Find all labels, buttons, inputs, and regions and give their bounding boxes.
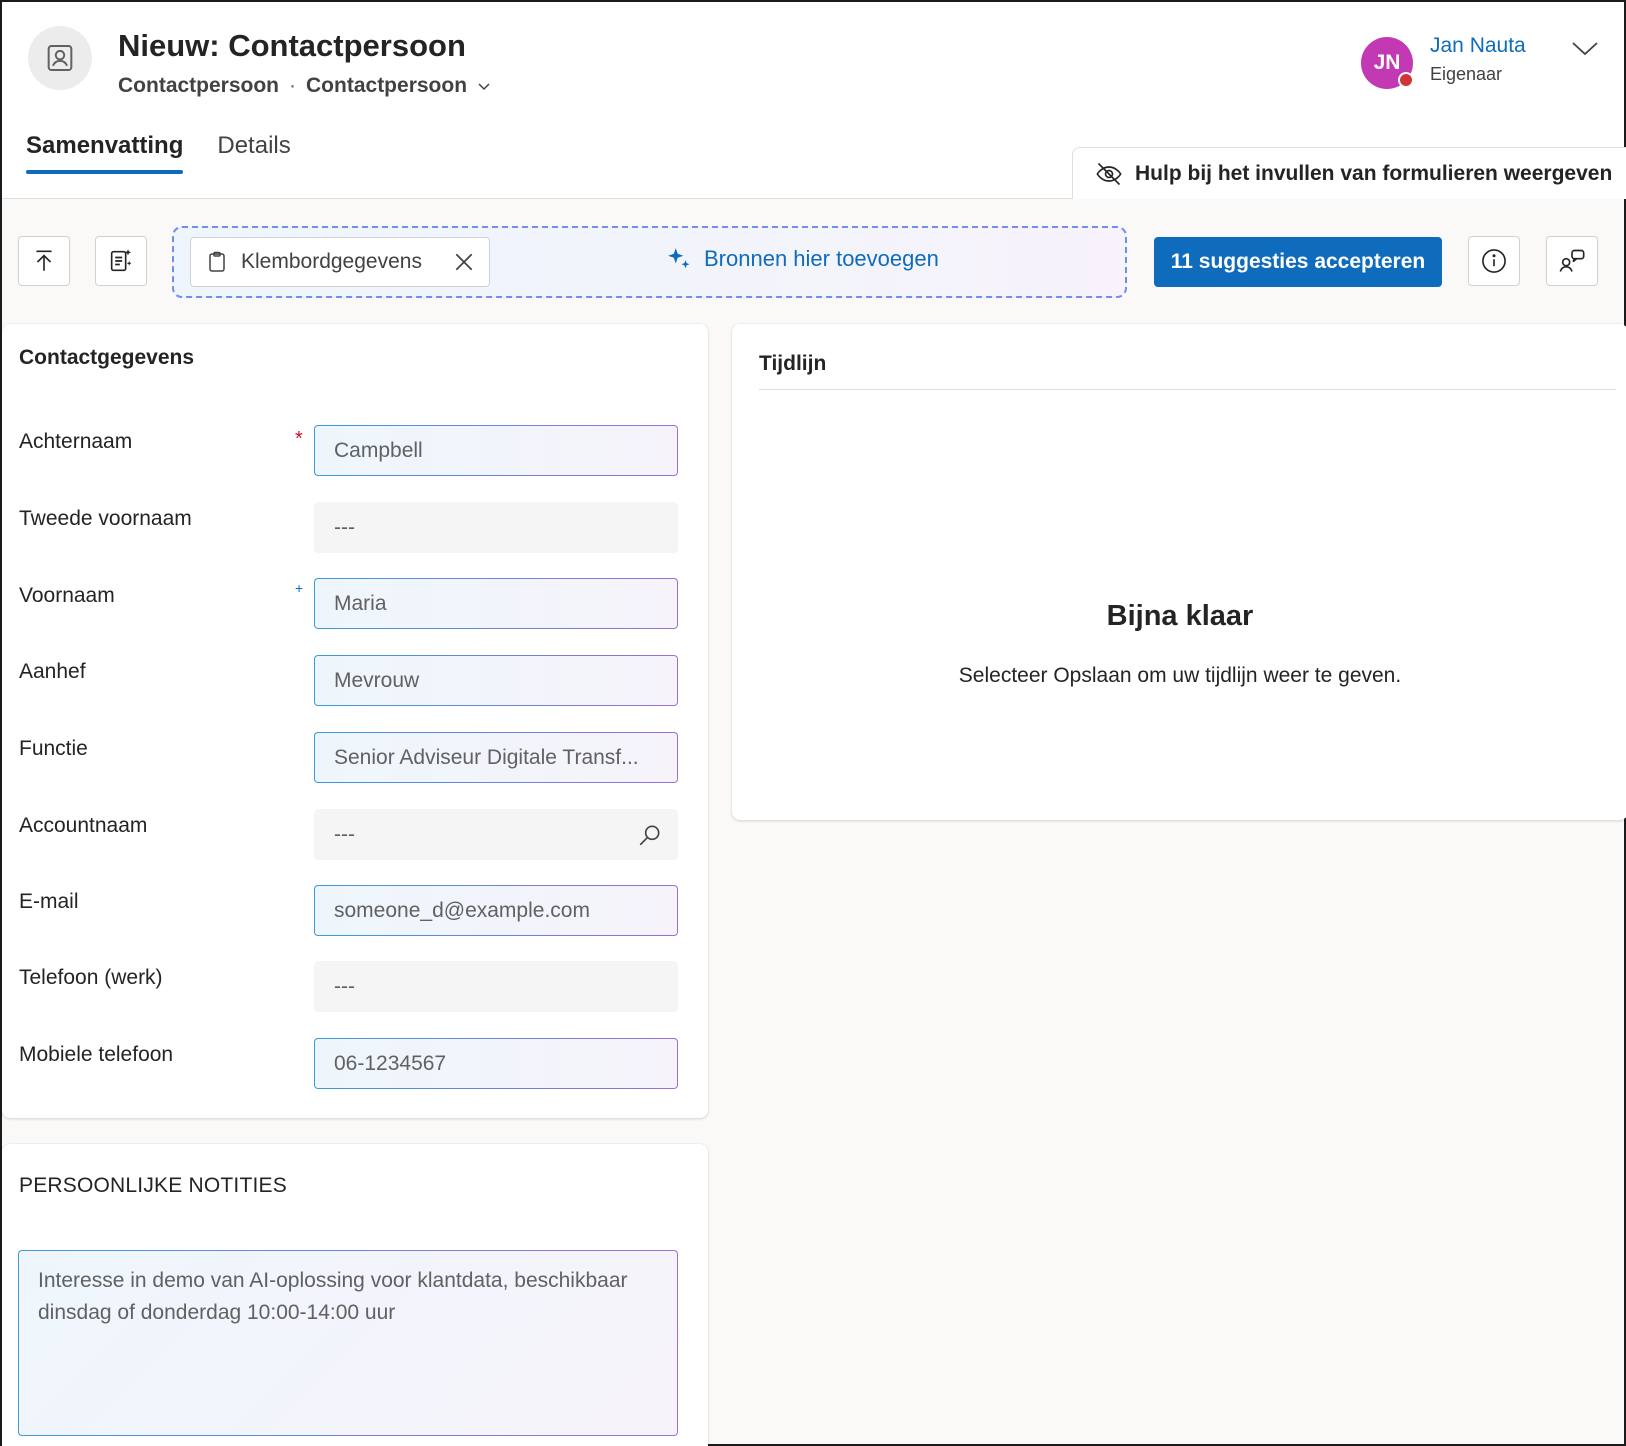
presence-busy-icon [1398,72,1414,88]
info-button[interactable] [1468,236,1520,286]
clipboard-icon [209,251,225,272]
form-selector[interactable]: Contactpersoon [306,74,491,98]
page-title: Nieuw: Contactpersoon [118,28,466,63]
add-sources-label: Bronnen hier toevoegen [704,246,939,271]
add-sources-button[interactable]: Bronnen hier toevoegen [666,246,939,272]
eye-off-icon [1096,162,1122,185]
contact-section: Contactgegevens Achternaam * Campbell Tw… [2,324,708,1118]
ai-notes-button[interactable] [95,236,147,286]
mobile-phone-input[interactable]: 06-1234567 [314,1038,678,1089]
last-name-input[interactable]: Campbell [314,425,678,476]
field-label-voornaam: Voornaam [19,584,115,607]
source-chip[interactable]: Klembordgegevens [190,237,490,287]
subtitle-separator: · [289,74,297,97]
personal-notes-textarea[interactable]: Interesse in demo van AI-oplossing voor … [18,1250,678,1436]
form-assist-toggle[interactable]: Hulp bij het invullen van formulieren we… [1072,147,1626,199]
section-title: Contactgegevens [19,346,195,369]
info-icon [1482,249,1506,273]
personal-notes-section: PERSOONLIJKE NOTITIES Interesse in demo … [2,1144,708,1446]
field-label-achternaam: Achternaam [19,430,133,453]
scroll-to-top-button[interactable] [18,236,70,286]
tab-details[interactable]: Details [217,132,290,180]
business-phone-input[interactable]: --- [314,961,678,1012]
search-icon[interactable] [637,822,663,854]
notes-title: PERSOONLIJKE NOTITIES [19,1174,287,1197]
field-label-mobiele-telefoon: Mobiele telefoon [19,1043,174,1066]
field-label-accountnaam: Accountnaam [19,814,148,837]
field-label-telefoon-werk: Telefoon (werk) [19,966,163,989]
timeline-empty-title: Bijna klaar [1106,600,1254,632]
avatar[interactable]: JN [1361,37,1414,89]
field-label-aanhef: Aanhef [19,660,86,683]
account-name-lookup[interactable]: --- [314,809,678,860]
source-chip-label: Klembordgegevens [241,250,422,273]
owner-name-link[interactable]: Jan Nauta [1430,34,1526,58]
accept-suggestions-button[interactable]: 11 suggesties accepteren [1154,237,1442,287]
chevron-down-icon[interactable] [1570,36,1600,60]
email-field[interactable]: someone_d@example.com [314,885,678,936]
timeline-title: Tijdlijn [759,352,827,375]
close-icon[interactable] [453,251,475,273]
recommended-marker: + [295,580,304,596]
job-title-input[interactable]: Senior Adviseur Digitale Transf... [314,732,678,783]
form-assist-label: Hulp bij het invullen van formulieren we… [1135,161,1613,185]
sparkle-notes-icon [110,249,132,272]
record-subtitle: Contactpersoon · Contactpersoon [118,74,491,98]
timeline-section: Tijdlijn Bijna klaar Selecteer Opslaan o… [732,324,1626,820]
contact-card-icon [28,26,92,90]
required-marker: * [295,428,303,450]
salutation-input[interactable]: Mevrouw [314,655,678,706]
people-chat-icon [1559,249,1585,272]
form-selector-label: Contactpersoon [306,74,468,97]
divider [759,389,1616,390]
chevron-down-icon [478,83,490,91]
sparkle-icon [668,248,690,269]
field-label-functie: Functie [19,737,88,760]
sources-drop-zone[interactable]: Klembordgegevens Bronnen hier toevoegen [172,226,1127,298]
middle-name-input[interactable]: --- [314,502,678,553]
tab-samenvatting[interactable]: Samenvatting [26,132,184,180]
record-header: Nieuw: Contactpersoon Contactpersoon · C… [2,2,1626,199]
timeline-empty-text: Selecteer Opslaan om uw tijdlijn weer te… [958,664,1402,687]
first-name-input[interactable]: Maria [314,578,678,629]
tab-list: Samenvatting Details [26,132,291,180]
arrow-up-to-line-icon [36,250,52,271]
entity-name: Contactpersoon [118,74,280,97]
owner-role: Eigenaar [1430,64,1503,84]
avatar-initials: JN [1373,51,1401,74]
feedback-button[interactable] [1546,236,1598,286]
field-label-tweede-voornaam: Tweede voornaam [19,507,192,530]
account-name-value: --- [334,822,355,846]
field-label-email: E-mail [19,890,79,913]
